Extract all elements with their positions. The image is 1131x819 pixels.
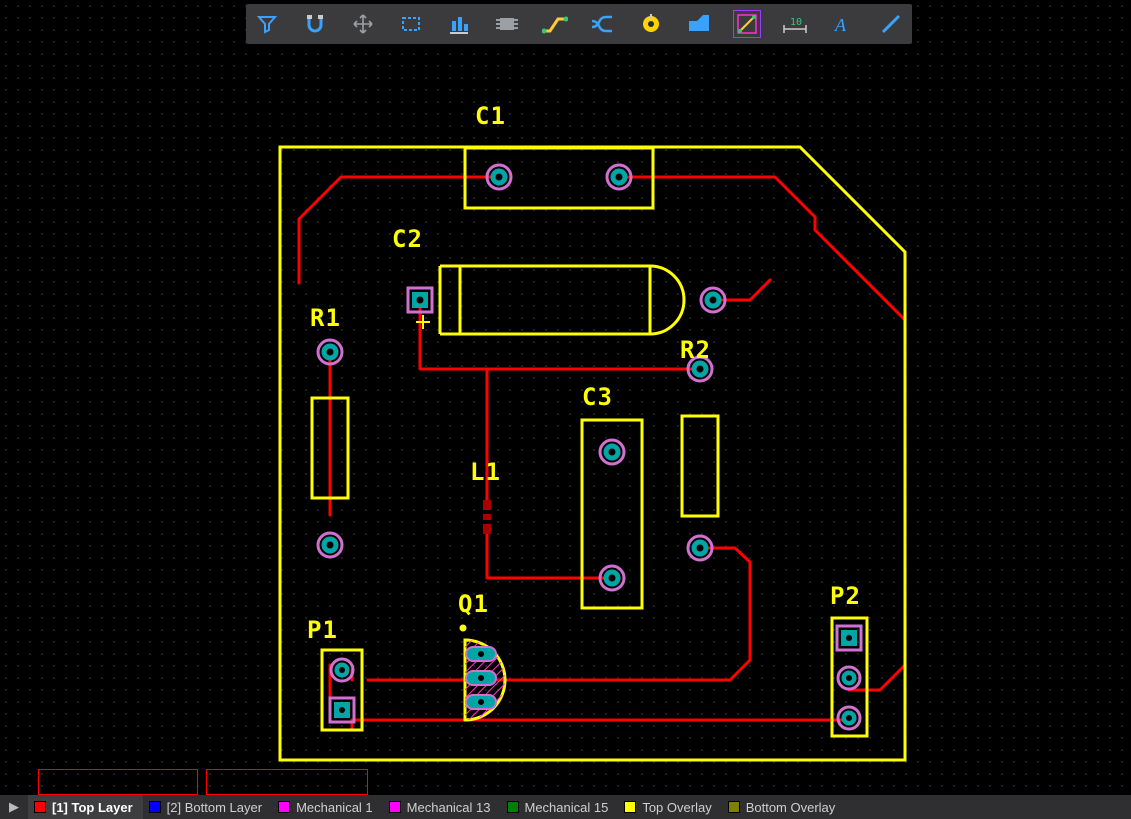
layer-tab-top[interactable]: [1] Top Layer: [28, 795, 143, 819]
layer-tab-bottom[interactable]: [2] Bottom Layer: [143, 795, 272, 819]
diff-pair-icon[interactable]: [590, 11, 616, 37]
pcb-editor-canvas[interactable]: 10 A: [0, 0, 1131, 819]
layer-swatch: [507, 801, 519, 813]
layer-tabs: ▶ [1] Top Layer [2] Bottom Layer Mechani…: [0, 795, 1131, 819]
text-icon[interactable]: A: [830, 11, 856, 37]
move-icon[interactable]: [350, 11, 376, 37]
via-icon[interactable]: [638, 11, 664, 37]
layer-tab-mech1[interactable]: Mechanical 1: [272, 795, 383, 819]
layer-label: Bottom Overlay: [746, 800, 836, 815]
route-icon[interactable]: [542, 11, 568, 37]
layer-label: Mechanical 15: [525, 800, 609, 815]
active-bar: 10 A: [246, 4, 912, 44]
layer-swatch: [278, 801, 290, 813]
line-icon[interactable]: [878, 11, 904, 37]
draw-line-icon[interactable]: [734, 11, 760, 37]
layer-swatch: [624, 801, 636, 813]
snap-icon[interactable]: [302, 11, 328, 37]
layer-label: Top Overlay: [642, 800, 711, 815]
dimension-icon[interactable]: 10: [782, 11, 808, 37]
layer-label: Mechanical 1: [296, 800, 373, 815]
select-rect-icon[interactable]: [398, 11, 424, 37]
layer-tab-mech15[interactable]: Mechanical 15: [501, 795, 619, 819]
layer-swatch: [34, 801, 46, 813]
plane-icon[interactable]: [686, 11, 712, 37]
svg-text:A: A: [834, 15, 847, 35]
layer-swatch: [149, 801, 161, 813]
layer-tab-mech13[interactable]: Mechanical 13: [383, 795, 501, 819]
layer-tab-bottom-overlay[interactable]: Bottom Overlay: [722, 795, 846, 819]
layer-tab-top-overlay[interactable]: Top Overlay: [618, 795, 721, 819]
layer-scroll-button[interactable]: ▶: [0, 795, 28, 819]
svg-text:10: 10: [790, 17, 802, 28]
layer-swatch: [728, 801, 740, 813]
layer-label: [1] Top Layer: [52, 800, 133, 815]
layer-swatch: [389, 801, 401, 813]
filter-icon[interactable]: [254, 11, 280, 37]
layer-label: [2] Bottom Layer: [167, 800, 262, 815]
layer-label: Mechanical 13: [407, 800, 491, 815]
component-icon[interactable]: [494, 11, 520, 37]
align-icon[interactable]: [446, 11, 472, 37]
grid-dots: [0, 0, 1131, 819]
